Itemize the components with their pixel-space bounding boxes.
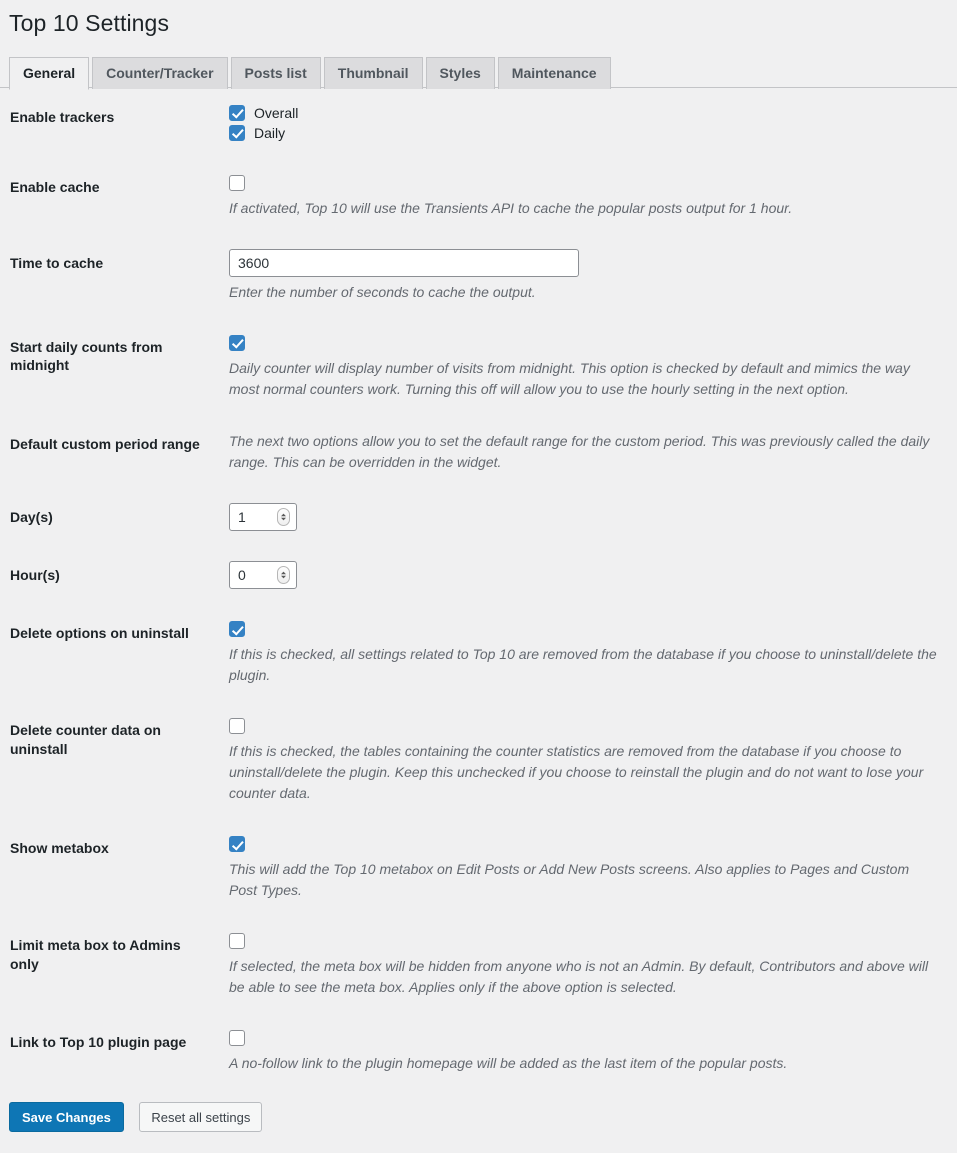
label-enable-trackers: Enable trackers [10,109,115,125]
table-row-link-to-plugin: Link to Top 10 plugin page A no-follow l… [0,1013,957,1089]
checkbox-row-show-metabox[interactable] [229,834,947,854]
save-changes-button[interactable]: Save Changes [9,1102,124,1133]
field-days [219,488,957,546]
checkbox-delete-options-uninstall[interactable] [229,621,245,638]
table-row-start-daily-counts: Start daily counts from midnight Daily c… [0,318,957,415]
table-row-enable-trackers: Enable trackers Overall Daily [0,88,957,158]
description-start-daily-counts: Daily counter will display number of vis… [229,360,910,397]
field-default-custom-period: The next two options allow you to set th… [219,415,957,488]
description-show-metabox: This will add the Top 10 metabox on Edit… [229,861,910,899]
checkbox-overall[interactable] [229,105,245,121]
label-default-custom-period: Default custom period range [10,436,200,452]
field-show-metabox: This will add the Top 10 metabox on Edit… [219,819,957,916]
checkbox-row-start-daily-counts[interactable] [229,333,947,353]
tab-posts-list[interactable]: Posts list [230,57,321,89]
table-row-enable-cache: Enable cache If activated, Top 10 will u… [0,158,957,234]
checkbox-enable-cache[interactable] [229,175,245,191]
description-delete-options-uninstall: If this is checked, all settings related… [229,646,937,684]
checkbox-row-enable-cache[interactable] [229,173,947,193]
table-row-show-metabox: Show metabox This will add the Top 10 me… [0,819,957,916]
field-start-daily-counts: Daily counter will display number of vis… [219,318,957,415]
input-time-to-cache[interactable] [229,249,579,277]
spinner-hours[interactable] [277,566,290,585]
tab-thumbnail[interactable]: Thumbnail [323,57,423,89]
description-link-to-plugin: A no-follow link to the plugin homepage … [229,1055,788,1072]
table-row-time-to-cache: Time to cache Enter the number of second… [0,234,957,318]
chevron-down-icon [281,575,286,579]
field-limit-metabox-admins: If selected, the meta box will be hidden… [219,916,957,1013]
field-delete-counter-uninstall: If this is checked, the tables containin… [219,701,957,819]
field-hours [219,546,957,604]
label-delete-counter-uninstall: Delete counter data on uninstall [10,722,161,757]
label-limit-metabox-admins: Limit meta box to Admins only [10,937,181,972]
number-input-days-wrapper [229,503,297,531]
checkbox-label-overall[interactable]: Overall [254,103,298,123]
field-link-to-plugin: A no-follow link to the plugin homepage … [219,1013,957,1089]
checkbox-row-overall[interactable]: Overall [229,103,947,123]
label-delete-options-uninstall: Delete options on uninstall [10,625,189,642]
tab-counter-tracker[interactable]: Counter/Tracker [92,57,228,89]
table-row-delete-options-uninstall: Delete options on uninstall If this is c… [0,604,957,701]
page-title: Top 10 Settings [9,10,170,36]
table-row-hours: Hour(s) [0,546,957,604]
tab-styles[interactable]: Styles [425,57,495,89]
description-time-to-cache: Enter the number of seconds to cache the… [229,284,536,300]
table-row-default-custom-period: Default custom period range The next two… [0,415,957,488]
checkbox-daily[interactable] [229,125,245,141]
settings-page: Top 10 Settings General Counter/Tracker Po… [0,0,957,1153]
form-submit-bar: Save Changes Reset all settings [0,1089,957,1133]
description-default-custom-period: The next two options allow you to set th… [229,433,930,470]
table-row-delete-counter-uninstall: Delete counter data on uninstall If this… [0,701,957,819]
settings-tabs: General Counter/Tracker Posts list Thumbnai… [0,56,957,90]
settings-form-table: Enable trackers Overall Daily Enable cac… [0,88,957,1089]
chevron-down-icon [281,517,286,521]
field-time-to-cache: Enter the number of seconds to cache the… [219,234,957,318]
description-delete-counter-uninstall: If this is checked, the tables containin… [229,743,924,802]
label-link-to-plugin: Link to Top 10 plugin page [10,1034,187,1051]
checkbox-delete-counter-uninstall[interactable] [229,718,245,735]
field-delete-options-uninstall: If this is checked, all settings related… [219,604,957,701]
label-show-metabox: Show metabox [10,840,109,857]
checkbox-limit-metabox-admins[interactable] [229,933,245,950]
checkbox-show-metabox[interactable] [229,836,245,853]
tab-general[interactable]: General [9,57,90,90]
spinner-days[interactable] [277,508,290,526]
checkbox-row-link-to-plugin[interactable] [229,1028,947,1048]
description-enable-cache: If activated, Top 10 will use the Transi… [229,200,793,216]
checkbox-start-daily-counts[interactable] [229,335,245,351]
description-limit-metabox-admins: If selected, the meta box will be hidden… [229,958,929,996]
checkbox-row-limit-metabox-admins[interactable] [229,931,947,951]
checkbox-row-delete-options-uninstall[interactable] [229,619,947,639]
reset-all-settings-button[interactable]: Reset all settings [139,1102,263,1133]
number-input-hours-wrapper [229,561,297,590]
field-enable-cache: If activated, Top 10 will use the Transi… [219,158,957,234]
checkbox-row-delete-counter-uninstall[interactable] [229,716,947,736]
checkbox-label-daily[interactable]: Daily [254,123,285,143]
label-days: Day(s) [10,509,53,525]
table-row-days: Day(s) [0,488,957,546]
tab-maintenance[interactable]: Maintenance [497,57,611,89]
label-time-to-cache: Time to cache [10,255,104,271]
label-enable-cache: Enable cache [10,179,100,195]
label-start-daily-counts: Start daily counts from midnight [10,339,163,374]
field-enable-trackers: Overall Daily [219,88,957,158]
label-hours: Hour(s) [10,567,60,584]
checkbox-row-daily[interactable]: Daily [229,123,947,143]
table-row-limit-metabox-admins: Limit meta box to Admins only If selecte… [0,916,957,1013]
checkbox-link-to-plugin[interactable] [229,1030,245,1047]
